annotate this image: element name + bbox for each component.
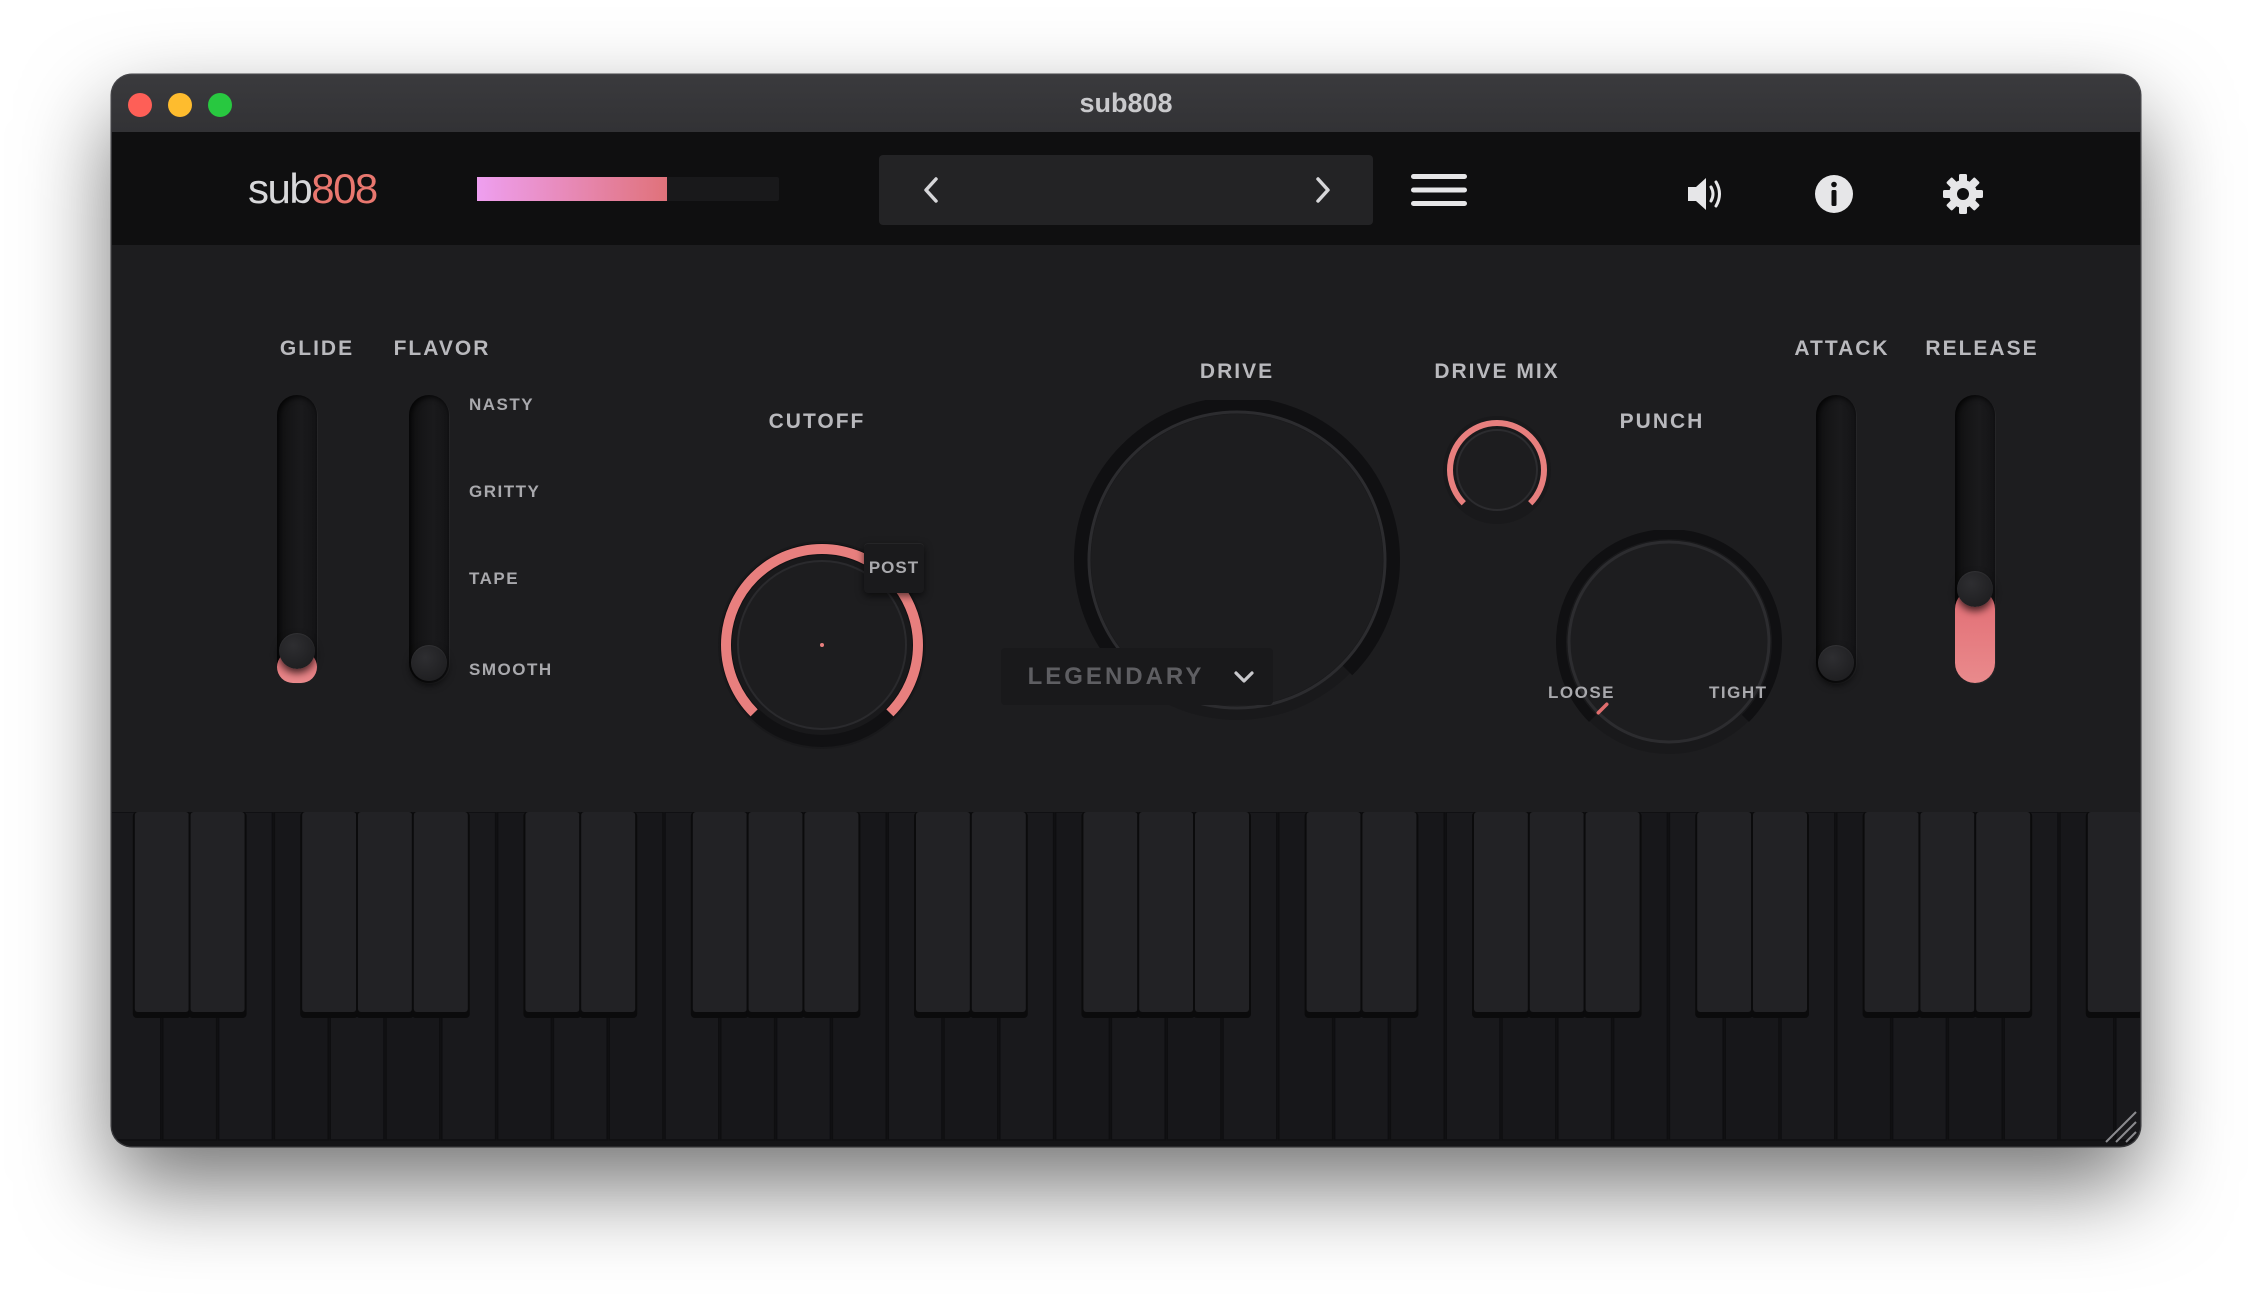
black-key[interactable] [1920,812,1975,1012]
plugin-window: sub808 sub808 GLIDE FLAVOR NASTY GRITTY … [112,75,2140,1146]
punch-min-label: LOOSE [1548,683,1616,702]
flavor-selector[interactable] [409,395,449,683]
info-icon[interactable] [1812,172,1856,216]
flavor-option-smooth[interactable]: SMOOTH [469,660,553,680]
glide-label: GLIDE [279,337,355,360]
glide-slider-thumb[interactable] [279,632,315,669]
preset-browser[interactable] [879,155,1373,225]
drive-mix-label: DRIVE MIX [1434,360,1560,383]
black-key[interactable] [1753,812,1807,1012]
piano-keyboard[interactable] [112,812,2140,1146]
flavor-selector-thumb[interactable] [411,645,447,681]
hamburger-menu-icon[interactable] [1409,172,1469,208]
attack-slider[interactable] [1816,395,1856,683]
black-key[interactable] [1697,812,1752,1012]
black-key[interactable] [692,812,747,1012]
black-key[interactable] [358,812,412,1012]
black-key[interactable] [1864,812,1919,1012]
black-key[interactable] [1306,812,1361,1012]
brand-logo-suffix: 808 [311,165,378,212]
attack-slider-thumb[interactable] [1818,645,1854,681]
control-panel: GLIDE FLAVOR NASTY GRITTY TAPE SMOOTH CU… [112,245,2140,812]
preset-name[interactable] [959,155,1293,225]
brand-logo: sub808 [248,132,378,245]
brand-logo-prefix: sub [248,165,313,212]
flavor-option-nasty[interactable]: NASTY [469,395,534,415]
cutoff-label: CUTOFF [768,410,866,433]
punch-label: PUNCH [1619,410,1705,433]
release-slider-thumb[interactable] [1957,570,1993,607]
drive-mix-knob[interactable] [1432,410,1562,530]
window-title: sub808 [1079,88,1173,118]
black-key[interactable] [1362,812,1417,1012]
mode-dropdown[interactable]: LEGENDARY [1001,648,1273,705]
black-key[interactable] [748,812,803,1012]
piano-keys[interactable] [112,812,2140,1146]
black-key[interactable] [581,812,636,1012]
release-slider[interactable] [1955,395,1995,683]
black-key[interactable] [413,812,468,1012]
black-key[interactable] [804,812,859,1012]
black-key[interactable] [1195,812,1249,1012]
release-label: RELEASE [1925,337,2039,360]
output-level-meter [477,177,779,201]
punch-knob[interactable] [1549,530,1789,755]
black-key[interactable] [971,812,1026,1012]
chevron-right-icon[interactable] [1309,175,1337,205]
flavor-option-tape[interactable]: TAPE [469,569,519,589]
flavor-option-gritty[interactable]: GRITTY [469,482,540,502]
flavor-label: FLAVOR [393,337,491,360]
output-level-fill [477,177,668,201]
black-key[interactable] [1474,812,1528,1012]
chevron-down-icon[interactable] [1233,667,1255,687]
plugin-header: sub808 [112,132,2140,245]
black-key[interactable] [525,812,580,1012]
black-key[interactable] [1083,812,1138,1012]
black-key[interactable] [1139,812,1194,1012]
black-key[interactable] [916,812,970,1012]
chevron-left-icon[interactable] [917,175,945,205]
speaker-icon[interactable] [1684,172,1728,216]
black-key[interactable] [134,812,189,1012]
mode-dropdown-value: LEGENDARY [1027,663,1205,690]
glide-slider[interactable] [277,395,317,683]
title-bar: sub808 [112,75,2140,133]
attack-label: ATTACK [1794,337,1890,360]
black-key[interactable] [1529,812,1584,1012]
black-key[interactable] [302,812,357,1012]
black-key[interactable] [2087,812,2140,1012]
resize-grip-icon[interactable] [2102,1108,2138,1144]
drive-label: DRIVE [1199,360,1275,383]
black-key[interactable] [190,812,245,1012]
post-button[interactable]: POST [864,543,924,593]
gear-icon[interactable] [1941,172,1985,216]
black-key[interactable] [1585,812,1640,1012]
punch-max-label: TIGHT [1709,683,1768,702]
black-key[interactable] [1976,812,2031,1012]
